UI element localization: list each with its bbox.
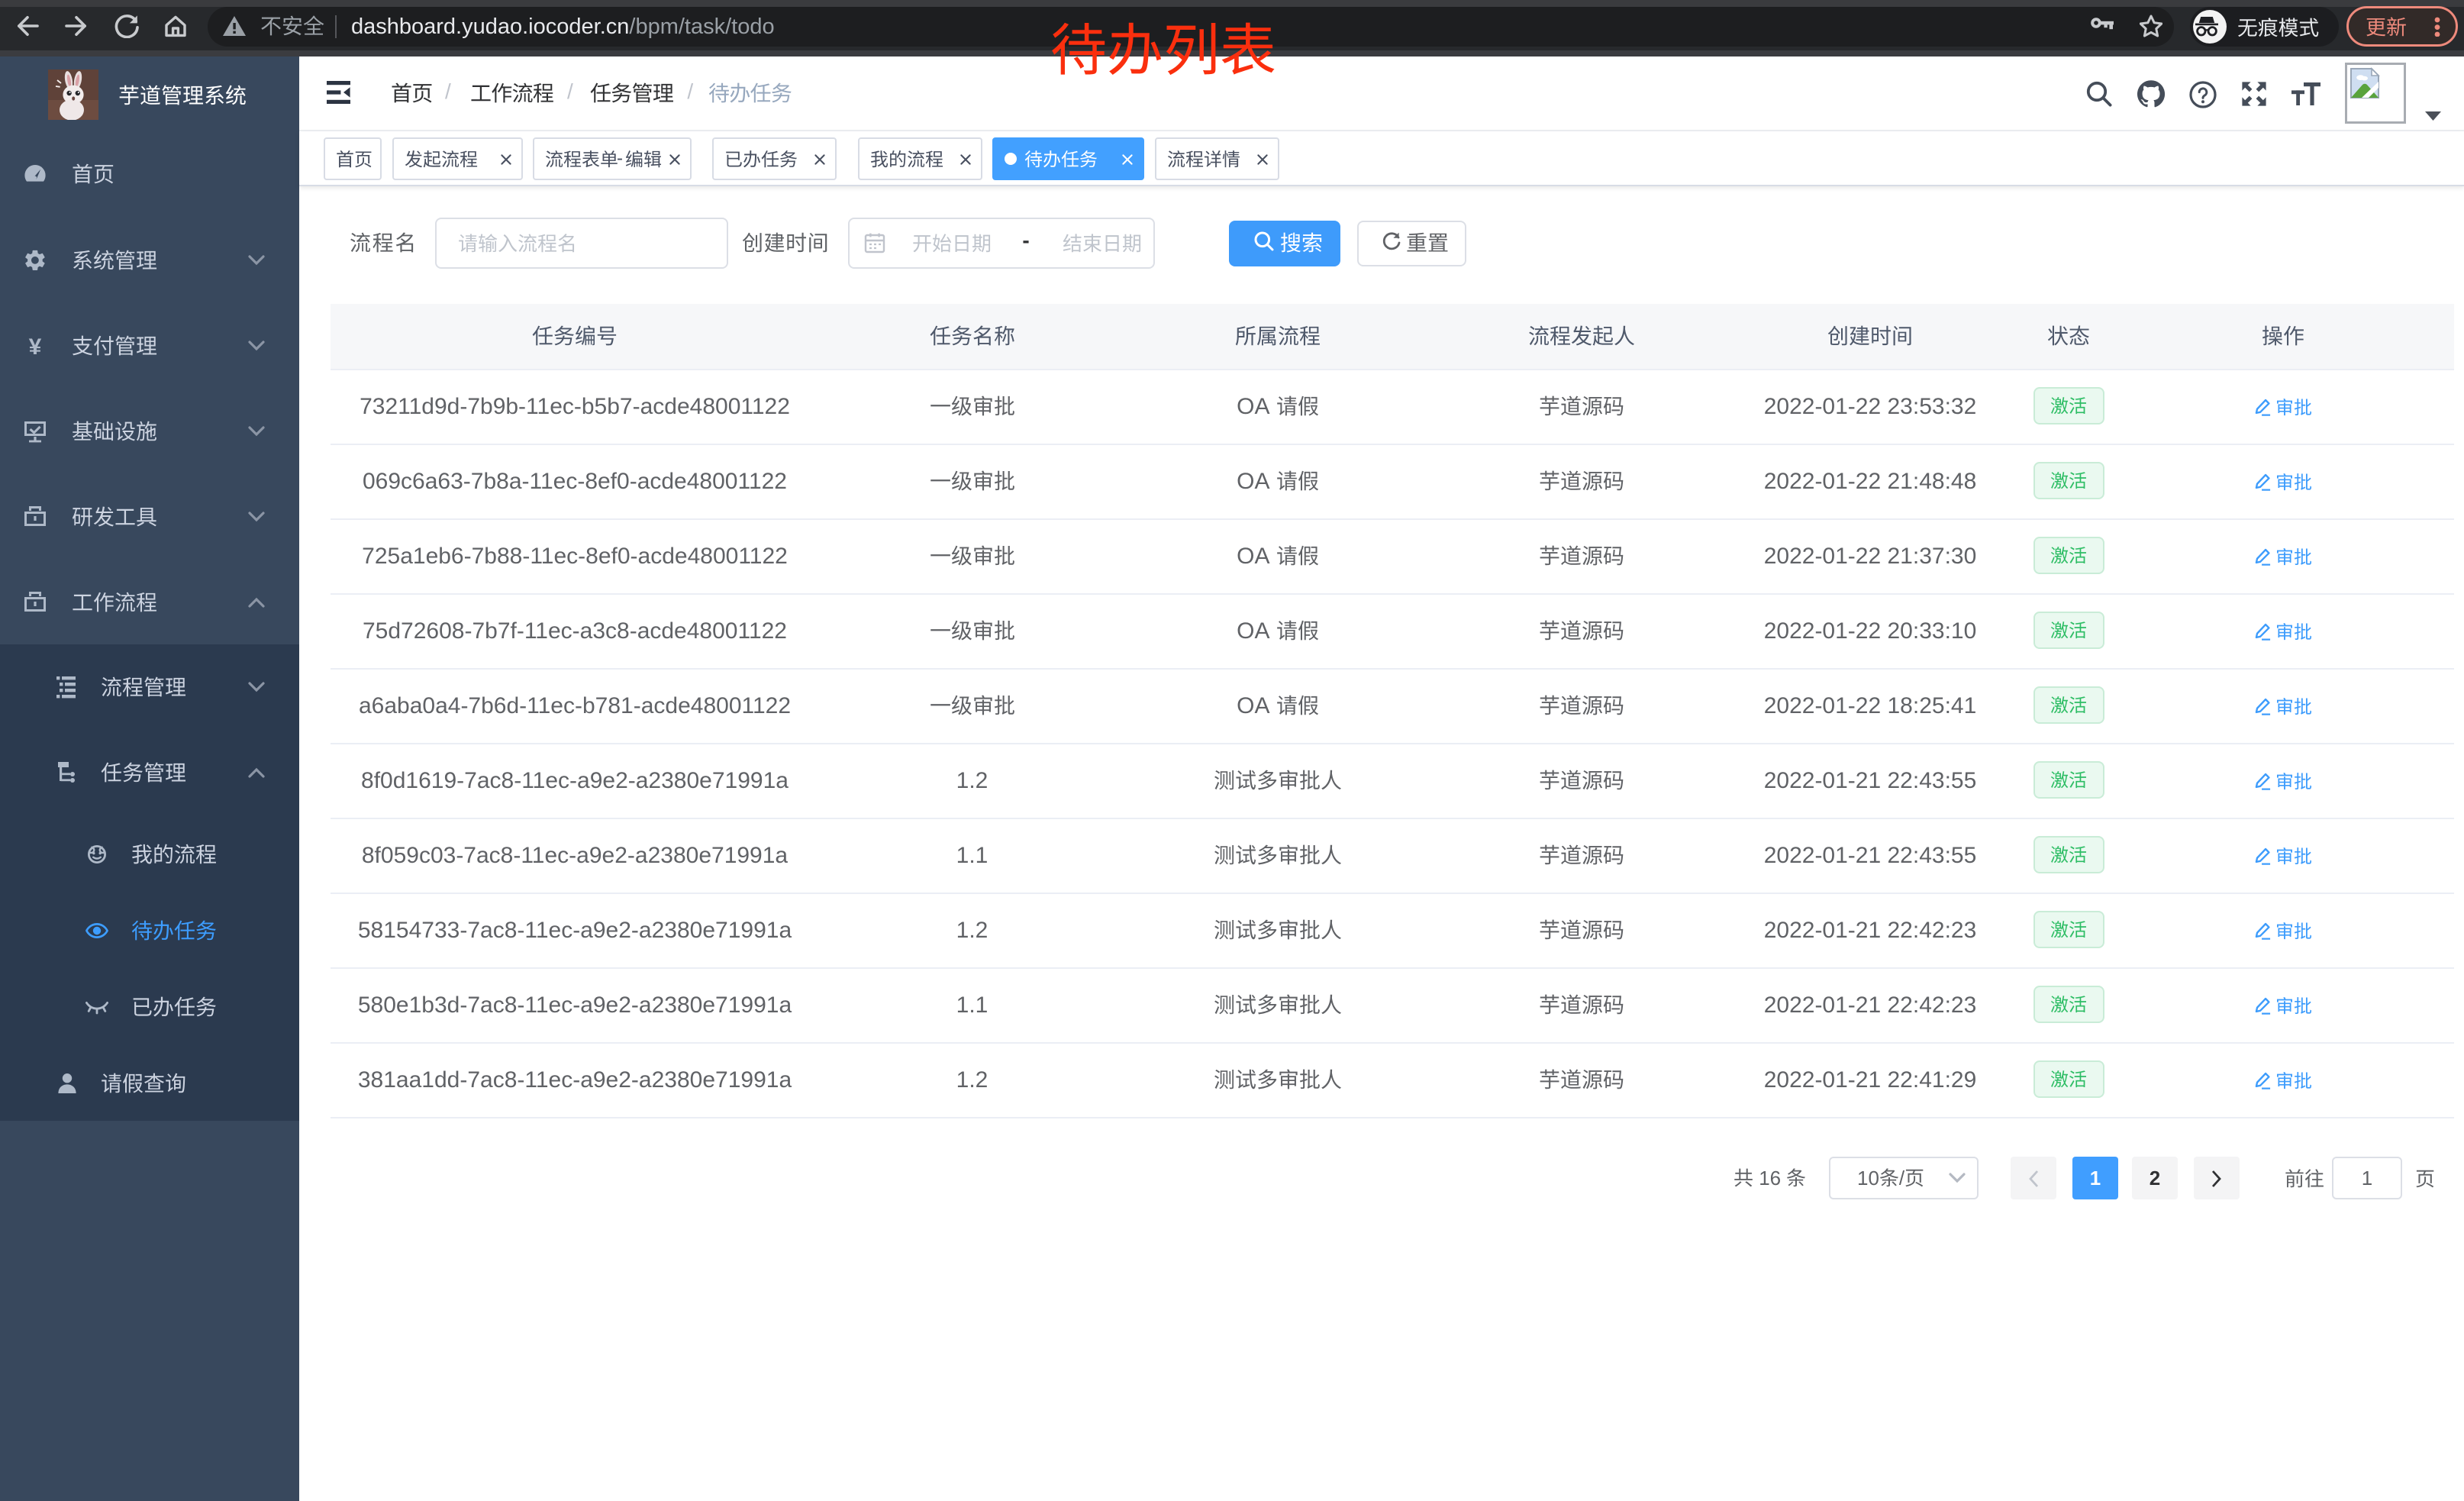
svg-text:¥: ¥ [29,334,42,358]
